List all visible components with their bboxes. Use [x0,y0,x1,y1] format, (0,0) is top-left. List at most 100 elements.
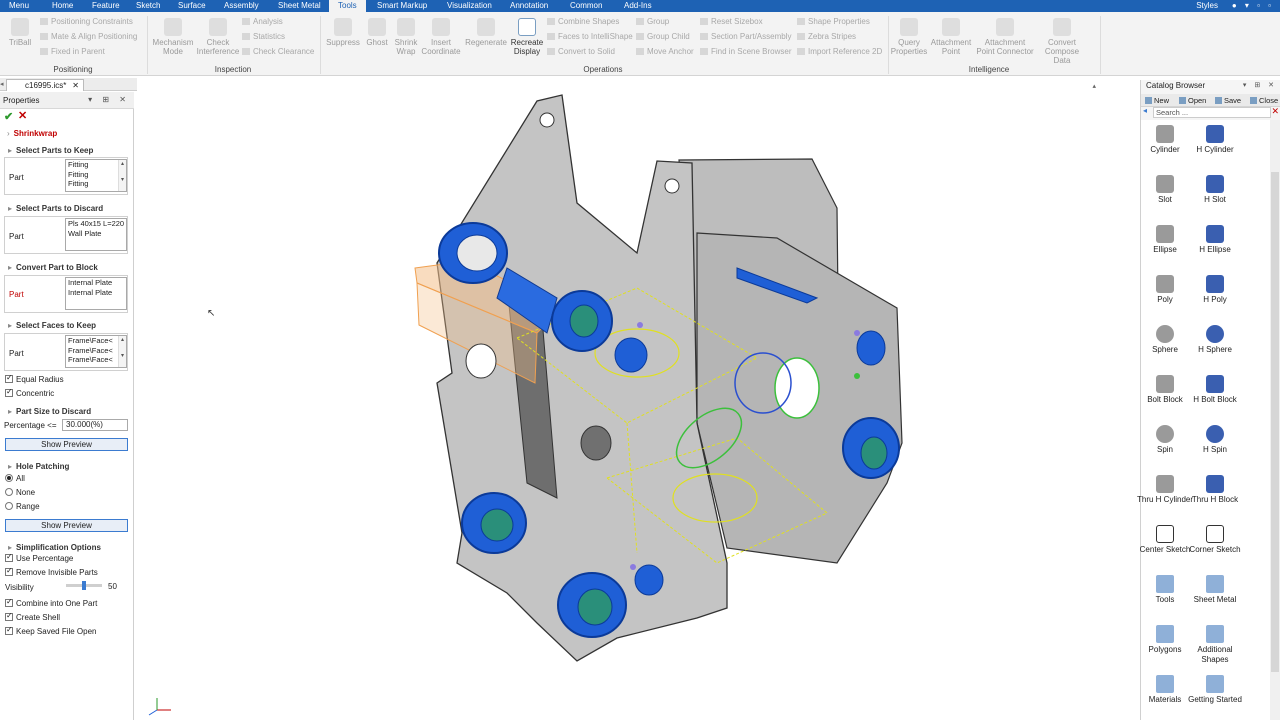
catalog-item[interactable]: Poly [1137,275,1193,305]
panel-controls-icon[interactable]: ▾ ⊞ ✕ [88,95,130,104]
equal-radius-checkbox[interactable]: Equal Radius [5,373,64,385]
attachment-point-button[interactable]: Attachment Point [929,18,973,56]
keep-parts-list[interactable]: Fitting Fitting Fitting ▴ ▾ [65,159,127,192]
menu-item-visualization[interactable]: Visualization [447,0,492,12]
insert-coordinate-button[interactable]: Insert Coordinate [420,18,462,56]
ghost-button[interactable]: Ghost [362,18,392,47]
show-preview-button[interactable]: Show Preview [5,438,128,451]
catalog-open-button[interactable]: Open [1179,96,1206,105]
catalog-scrollbar[interactable] [1270,120,1280,720]
catalog-item[interactable]: Ellipse [1137,225,1193,255]
list-scrollbar[interactable]: ▴ ▾ [118,160,126,191]
section-part-size[interactable]: ▸ Part Size to Discard [8,407,91,416]
fixed-in-parent-button[interactable]: Fixed in Parent [40,47,105,57]
catalog-close-button[interactable]: Close [1250,96,1278,105]
catalog-item[interactable]: H Bolt Block [1187,375,1243,405]
list-item[interactable]: Pls 40x15 L=220 [68,219,126,229]
document-tab[interactable]: c16995.ics* ✕ [6,79,84,91]
ribbon-collapse-icon[interactable]: ▴ [1092,82,1096,90]
window-controls-icon[interactable]: ● ▾ ▫ ▫ [1232,1,1274,10]
menu-item-feature[interactable]: Feature [92,0,120,12]
discard-parts-list[interactable]: Pls 40x15 L=220 Wall Plate [65,218,127,251]
catalog-item[interactable]: H Spin [1187,425,1243,455]
regenerate-button[interactable]: Regenerate [465,18,507,47]
catalog-item[interactable]: Bolt Block [1137,375,1193,405]
3d-viewport[interactable]: ↖ [137,93,1140,720]
visibility-slider[interactable] [66,581,102,590]
list-item[interactable]: Internal Plate [68,288,126,298]
menu-item-surface[interactable]: Surface [178,0,206,12]
list-item[interactable]: Wall Plate [68,229,126,239]
catalog-item[interactable]: Polygons [1137,625,1193,655]
catalog-item[interactable]: Sphere [1137,325,1193,355]
group-button[interactable]: Group [636,17,669,27]
convert-block-list[interactable]: Internal Plate Internal Plate [65,277,127,310]
list-scrollbar[interactable]: ▴ ▾ [118,336,126,367]
hole-patching-range-radio[interactable]: Range [5,502,40,512]
remove-invisible-checkbox[interactable]: Remove Invisible Parts [5,566,98,578]
clear-search-icon[interactable]: ✕ [1271,106,1279,117]
section-simplification[interactable]: ▸ Simplification Options [8,543,101,552]
keep-saved-open-checkbox[interactable]: Keep Saved File Open [5,625,97,637]
recreate-display-button[interactable]: Recreate Display [509,18,545,56]
menu-item-sketch[interactable]: Sketch [136,0,160,12]
catalog-item[interactable]: Sheet Metal [1187,575,1243,605]
menu-item-tools[interactable]: Tools [329,0,366,12]
create-shell-checkbox[interactable]: Create Shell [5,611,60,623]
catalog-item[interactable]: H Sphere [1187,325,1243,355]
scrollbar-thumb[interactable] [1271,172,1279,672]
catalog-item[interactable]: Additional Shapes [1187,625,1243,665]
section-convert-block[interactable]: ▸ Convert Part to Block [8,263,98,272]
group-child-button[interactable]: Group Child [636,32,690,42]
convert-compose-data-button[interactable]: Convert Compose Data [1036,18,1088,65]
zebra-stripes-button[interactable]: Zebra Stripes [797,32,856,42]
catalog-item[interactable]: Corner Sketch [1187,525,1243,555]
fitting[interactable] [614,337,648,373]
section-discard-parts[interactable]: ▸ Select Parts to Discard [8,204,103,213]
menu-item-annotation[interactable]: Annotation [510,0,548,12]
section-keep-parts[interactable]: ▸ Select Parts to Keep [8,146,93,155]
check-clearance-button[interactable]: Check Clearance [242,47,314,57]
menu-item-menu[interactable]: Menu [9,0,29,12]
menu-item-smart-markup[interactable]: Smart Markup [377,0,427,12]
move-anchor-button[interactable]: Move Anchor [636,47,694,57]
styles-menu[interactable]: Styles [1196,0,1218,11]
attachment-point-connector-button[interactable]: Attachment Point Connector [976,18,1034,56]
suppress-button[interactable]: Suppress [326,18,360,47]
close-icon[interactable]: ✕ [72,80,79,91]
percentage-input[interactable]: 30.000(%) [62,419,128,431]
chevron-left-icon[interactable]: ◂ [0,80,4,88]
catalog-save-button[interactable]: Save [1215,96,1241,105]
query-properties-button[interactable]: Query Properties [889,18,929,56]
analysis-button[interactable]: Analysis [242,17,283,27]
catalog-item[interactable]: Thru H Block [1187,475,1243,505]
concentric-checkbox[interactable]: Concentric [5,387,54,399]
menu-item-common[interactable]: Common [570,0,602,12]
keep-faces-list[interactable]: Frame\Face< Frame\Face< Frame\Face< ▴ ▾ [65,335,127,368]
menu-item-add-ins[interactable]: Add-Ins [624,0,652,12]
slider-handle[interactable] [82,581,86,590]
show-preview-button-2[interactable]: Show Preview [5,519,128,532]
import-reference-2d-button[interactable]: Import Reference 2D [797,47,882,57]
section-keep-faces[interactable]: ▸ Select Faces to Keep [8,321,96,330]
catalog-item[interactable]: H Cylinder [1187,125,1243,155]
catalog-item[interactable]: Cylinder [1137,125,1193,155]
check-interference-button[interactable]: Check Interference [196,18,240,56]
triball-button[interactable]: TriBall [7,18,33,47]
list-item[interactable]: Internal Plate [68,278,126,288]
hole-patching-all-radio[interactable]: All [5,474,25,484]
mate-align-button[interactable]: Mate & Align Positioning [40,32,137,42]
reset-sizebox-button[interactable]: Reset Sizebox [700,17,763,27]
catalog-item[interactable]: H Poly [1187,275,1243,305]
catalog-item[interactable]: Spin [1137,425,1193,455]
model-view[interactable] [137,93,1140,720]
menu-item-home[interactable]: Home [52,0,73,12]
menu-item-sheet-metal[interactable]: Sheet Metal [278,0,321,12]
statistics-button[interactable]: Statistics [242,32,285,42]
convert-to-solid-button[interactable]: Convert to Solid [547,47,615,57]
fitting[interactable] [634,564,664,596]
hole-patching-none-radio[interactable]: None [5,488,35,498]
section-hole-patching[interactable]: ▸ Hole Patching [8,462,69,471]
use-percentage-checkbox[interactable]: Use Percentage [5,552,73,564]
panel-controls-icon[interactable]: ▾ ⊞ ✕ [1243,80,1277,92]
